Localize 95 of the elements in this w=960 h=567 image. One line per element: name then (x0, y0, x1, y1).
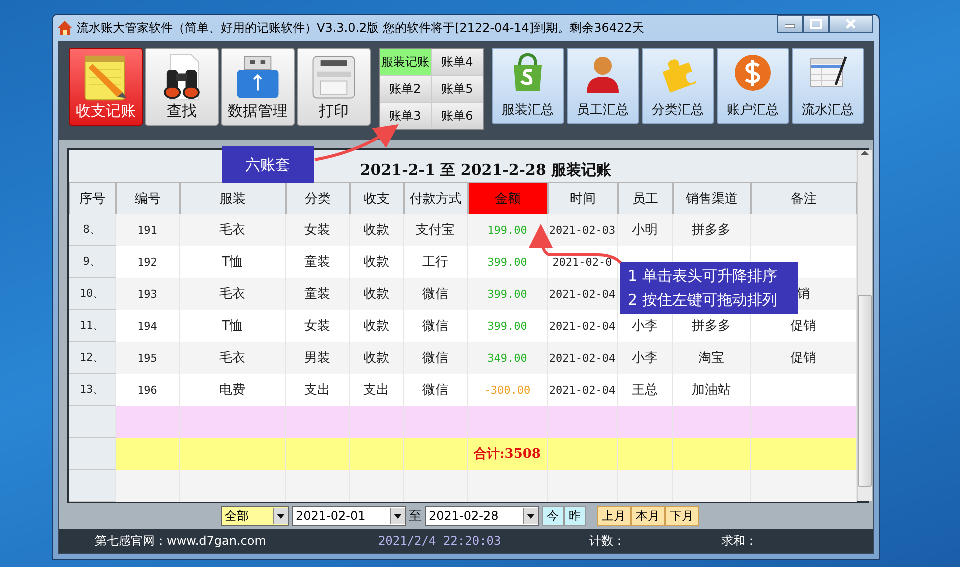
table-cell: 收款 (350, 246, 404, 278)
toolbar-button[interactable]: 数据管理 (221, 48, 295, 126)
sum-label: 求和： (721, 532, 758, 550)
month-button[interactable]: 下月 (665, 506, 699, 526)
table-cell: 女装 (286, 214, 350, 246)
table-cell: 11、 (69, 310, 116, 342)
table-cell: 支付宝 (404, 214, 468, 246)
dropdown-arrow-icon[interactable] (277, 514, 285, 518)
summary-button[interactable]: 账户汇总 (717, 48, 789, 124)
ledger-tab[interactable]: 账单6 (432, 103, 483, 129)
amount-cell: -300.00 (468, 374, 548, 406)
month-button[interactable]: 上月 (597, 506, 631, 526)
close-button[interactable] (829, 15, 873, 33)
date-from-field[interactable]: 2021-02-01 (292, 506, 406, 526)
house-icon (57, 20, 73, 36)
maximize-button[interactable] (803, 15, 829, 33)
column-header[interactable]: 服装 (180, 182, 286, 216)
website-label: 第七感官网：www.d7gan.com (95, 532, 266, 550)
table-cell: T恤 (180, 310, 286, 342)
table-cell: 毛衣 (180, 214, 286, 246)
amount-cell: 399.00 (468, 246, 548, 278)
minimize-button[interactable] (777, 15, 803, 33)
table-cell: 拼多多 (673, 214, 751, 246)
summary-button[interactable]: 服装汇总 (492, 48, 564, 124)
table-cell: 收款 (350, 214, 404, 246)
dropdown-arrow-icon[interactable] (394, 514, 402, 518)
date-to-field[interactable]: 2021-02-28 (425, 506, 539, 526)
month-button[interactable]: 本月 (631, 506, 665, 526)
table-cell: 加油站 (673, 374, 751, 406)
callout-text: 六账套 (246, 154, 290, 176)
table-cell: 促销 (751, 310, 857, 342)
table-cell: 收款 (350, 310, 404, 342)
table-cell: 微信 (404, 374, 468, 406)
count-label: 计数： (589, 532, 626, 550)
table-cell: 192 (116, 246, 180, 278)
table-cell: 小明 (618, 214, 673, 246)
table-cell: 童装 (286, 246, 350, 278)
table-cell: 8、 (69, 214, 116, 246)
ledger-tab[interactable]: 账单5 (432, 76, 483, 102)
column-header[interactable]: 金额 (468, 182, 548, 216)
table-cell: 2021-02-04 (548, 278, 618, 310)
total-sum: 合计:3508 (468, 438, 548, 470)
table-cell: 支出 (350, 374, 404, 406)
column-header[interactable]: 销售渠道 (673, 182, 751, 216)
table-cell: 2021-02-04 (548, 374, 618, 406)
date-range-label: 至 (409, 508, 422, 525)
table-cell: 支出 (286, 374, 350, 406)
scroll-up-icon[interactable] (861, 150, 869, 156)
datetime-label: 2021/2/4 22:20:03 (378, 534, 502, 548)
table-cell: 13、 (69, 374, 116, 406)
column-header[interactable]: 分类 (286, 182, 350, 216)
table-cell: 电费 (180, 374, 286, 406)
table-cell: 微信 (404, 310, 468, 342)
table-cell: 2021-02-04 (548, 310, 618, 342)
ledger-tab[interactable]: 服装记账 (380, 49, 431, 75)
ledger-tab[interactable]: 账单3 (380, 103, 431, 129)
table-cell: 194 (116, 310, 180, 342)
summary-button[interactable]: 员工汇总 (567, 48, 639, 124)
column-header[interactable]: 备注 (751, 182, 857, 216)
table-cell: 196 (116, 374, 180, 406)
toolbar-button[interactable]: 打印 (297, 48, 371, 126)
ledger-tab[interactable]: 账单4 (432, 49, 483, 75)
column-header[interactable]: 收支 (350, 182, 404, 216)
dollar-coin-icon (733, 53, 773, 93)
column-header[interactable]: 编号 (116, 182, 180, 216)
day-button[interactable]: 昨 (564, 506, 586, 526)
table-cell: T恤 (180, 246, 286, 278)
table-cell: 2021-02-04 (548, 342, 618, 374)
summary-button[interactable]: 流水汇总 (792, 48, 864, 124)
day-button[interactable]: 今 (542, 506, 564, 526)
maximize-icon (810, 19, 822, 29)
column-header[interactable]: 时间 (548, 182, 618, 216)
column-header[interactable]: 员工 (618, 182, 673, 216)
table-cell: 女装 (286, 310, 350, 342)
column-header[interactable]: 序号 (69, 182, 116, 216)
amount-cell: 399.00 (468, 310, 548, 342)
table-cell: 2021-02-0 (548, 246, 618, 278)
table-cell: 王总 (618, 374, 673, 406)
table-cell: 工行 (404, 246, 468, 278)
scrollbar[interactable] (857, 150, 872, 501)
column-header[interactable]: 付款方式 (404, 182, 468, 216)
ledger-tab[interactable]: 账单2 (380, 76, 431, 102)
toolbar-button[interactable]: 查找 (145, 48, 219, 126)
window-title: 流水账大管家软件（简单、好用的记账软件）V3.3.0.2版 您的软件将于[2122-04-14]到期。剩余36422天 (77, 20, 646, 36)
table-cell: 10、 (69, 278, 116, 310)
table-cell: 191 (116, 214, 180, 246)
dropdown-arrow-icon[interactable] (527, 514, 535, 518)
scroll-thumb[interactable] (858, 295, 872, 487)
toolbar-button[interactable]: 收支记账 (69, 48, 143, 126)
category-dropdown[interactable]: 全部 (221, 506, 289, 526)
table-cell: 9、 (69, 246, 116, 278)
table-cell: 12、 (69, 342, 116, 374)
summary-button[interactable]: 分类汇总 (642, 48, 714, 124)
close-icon (846, 19, 856, 29)
table-cell: 2021-02-03 (548, 214, 618, 246)
